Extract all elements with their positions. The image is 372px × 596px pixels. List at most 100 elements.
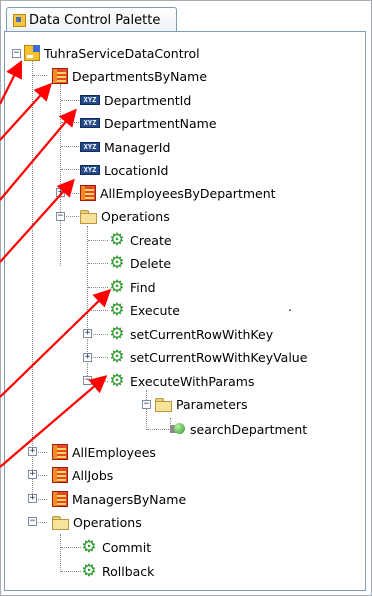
tree-line — [146, 390, 147, 430]
node-label: Commit — [102, 539, 152, 555]
gear-icon: ⚙ — [109, 277, 125, 297]
gear-icon: ⚙ — [109, 324, 125, 344]
node-label: AllEmployeesByDepartment — [100, 185, 276, 201]
node-label: Operations — [73, 514, 142, 530]
expand-toggle[interactable]: + — [56, 188, 65, 197]
node-label: Create — [130, 232, 172, 248]
gear-icon: ⚙ — [109, 371, 125, 391]
tree-node-collection[interactable]: ManagersByName — [52, 488, 186, 510]
tree-node-departments-by-name[interactable]: DepartmentsByName — [52, 65, 207, 87]
tree-line — [88, 240, 108, 241]
tree-node-operation[interactable]: ⚙ Delete — [108, 252, 171, 274]
collection-icon — [52, 68, 68, 84]
node-label: setCurrentRowWithKeyValue — [130, 349, 308, 365]
collapse-toggle[interactable]: − — [12, 49, 21, 58]
stray-dot: . — [288, 300, 292, 314]
node-label: Parameters — [176, 396, 248, 412]
collection-icon — [52, 444, 68, 460]
tab-data-control-palette[interactable]: Data Control Palette — [6, 7, 177, 32]
gear-icon: ⚙ — [109, 253, 125, 273]
tree-node-operation[interactable]: ⚙ Commit — [80, 536, 151, 558]
folder-icon — [155, 397, 172, 412]
node-label: LocationId — [104, 162, 169, 178]
parameter-icon — [170, 422, 186, 436]
collapse-toggle[interactable]: − — [142, 400, 151, 409]
attribute-icon: XYZ — [80, 142, 100, 152]
palette-icon — [13, 13, 26, 27]
tree-line — [32, 58, 33, 498]
expand-toggle[interactable]: + — [83, 353, 92, 362]
expand-toggle[interactable]: + — [28, 470, 37, 479]
gear-icon: ⚙ — [109, 300, 125, 320]
tree-node-attribute[interactable]: XYZ DepartmentName — [80, 112, 217, 134]
data-control-icon — [24, 45, 40, 61]
gear-icon: ⚙ — [81, 537, 97, 557]
node-label: DepartmentsByName — [72, 68, 208, 84]
tree-node-all-employees-by-department[interactable]: AllEmployeesByDepartment — [80, 182, 276, 204]
attribute-icon: XYZ — [80, 95, 100, 105]
tree-node-collection[interactable]: AllEmployees — [52, 441, 156, 463]
collection-icon — [80, 185, 96, 201]
expand-toggle[interactable]: + — [83, 329, 92, 338]
tree-node-operation[interactable]: ⚙ ExecuteWithParams — [108, 370, 255, 392]
tree-line — [147, 429, 169, 430]
node-label: Rollback — [102, 563, 155, 579]
tree-line — [88, 263, 108, 264]
node-label: Find — [130, 279, 156, 295]
tree-node-operation[interactable]: ⚙ Find — [108, 276, 156, 298]
tree-node-root-operations[interactable]: Operations — [52, 511, 142, 533]
gear-icon: ⚙ — [81, 561, 97, 581]
node-label: searchDepartment — [190, 421, 308, 437]
tree-node-attribute[interactable]: XYZ LocationId — [80, 159, 169, 181]
tree-line — [60, 84, 61, 266]
tree-line — [88, 287, 108, 288]
gear-icon: ⚙ — [109, 230, 125, 250]
node-label: TuhraServiceDataControl — [44, 45, 200, 61]
tree-node-attribute[interactable]: XYZ ManagerId — [80, 136, 170, 158]
tree-node-operation[interactable]: ⚙ setCurrentRowWithKey — [108, 323, 273, 345]
node-label: setCurrentRowWithKey — [130, 326, 274, 342]
collapse-toggle[interactable]: − — [28, 517, 37, 526]
collection-icon — [52, 467, 68, 483]
collapse-toggle[interactable]: − — [56, 212, 65, 221]
expand-toggle[interactable]: + — [28, 494, 37, 503]
node-label: ManagerId — [104, 139, 171, 155]
tree-line — [88, 310, 108, 311]
node-label: Operations — [101, 208, 170, 224]
tree-node-root[interactable]: TuhraServiceDataControl — [24, 42, 200, 64]
tree-node-attribute[interactable]: XYZ DepartmentId — [80, 89, 191, 111]
attribute-icon: XYZ — [80, 118, 100, 128]
attribute-icon: XYZ — [80, 165, 100, 175]
tree-line — [61, 100, 79, 101]
tree-node-collection[interactable]: AllJobs — [52, 464, 113, 486]
folder-icon — [52, 515, 69, 530]
folder-icon — [80, 209, 97, 224]
collapse-toggle[interactable]: − — [83, 376, 92, 385]
node-label: ExecuteWithParams — [130, 373, 255, 389]
tree-line — [61, 146, 79, 147]
node-label: Execute — [130, 302, 180, 318]
tree-line — [61, 547, 81, 548]
node-label: DepartmentId — [104, 92, 192, 108]
node-label: ManagersByName — [72, 491, 187, 507]
tree-line — [61, 571, 81, 572]
node-label: AllEmployees — [72, 444, 156, 460]
tab-label: Data Control Palette — [29, 12, 161, 28]
tree-node-parameter[interactable]: searchDepartment — [170, 418, 307, 440]
node-label: DepartmentName — [104, 115, 217, 131]
tree-line — [33, 75, 47, 76]
tree-node-operation[interactable]: ⚙ Create — [108, 229, 172, 251]
collection-icon — [52, 491, 68, 507]
tree-node-operation[interactable]: ⚙ Execute — [108, 299, 180, 321]
gear-icon: ⚙ — [109, 347, 125, 367]
tree-line — [61, 169, 79, 170]
tree-line — [61, 122, 79, 123]
node-label: AllJobs — [72, 467, 114, 483]
tree-node-parameters[interactable]: Parameters — [155, 393, 248, 415]
node-label: Delete — [130, 255, 172, 271]
tree-node-operations[interactable]: Operations — [80, 205, 170, 227]
expand-toggle[interactable]: + — [28, 447, 37, 456]
tree-node-operation[interactable]: ⚙ Rollback — [80, 560, 154, 582]
tree-node-operation[interactable]: ⚙ setCurrentRowWithKeyValue — [108, 346, 307, 368]
tree-line — [60, 534, 61, 572]
